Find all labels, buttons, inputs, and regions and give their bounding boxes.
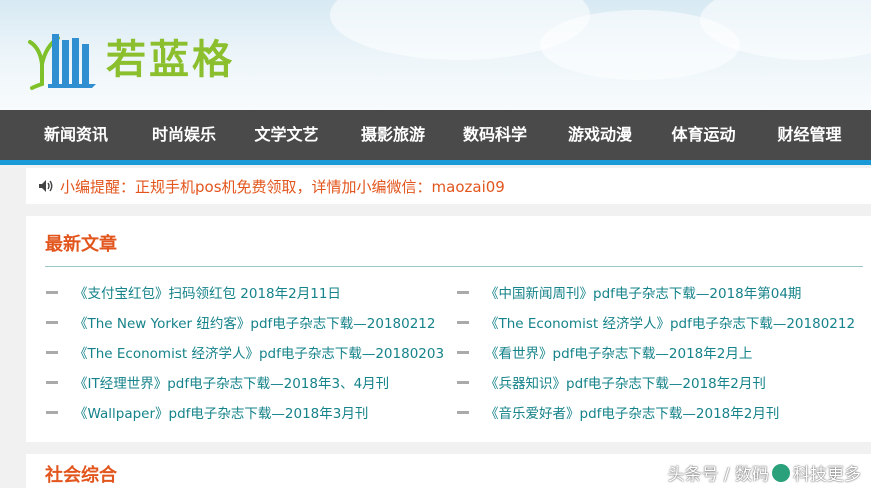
article-link[interactable]: 《音乐爱好者》pdf电子杂志下载—2018年2月刊 (485, 402, 779, 422)
latest-articles-title: 最新文章 (45, 234, 117, 255)
bullet-dash-icon (46, 380, 58, 384)
article-item[interactable]: 《看世界》pdf电子杂志下载—2018年2月上 (457, 342, 752, 362)
watermark-suffix: 科技更多 (793, 465, 861, 485)
bullet-dash-icon (457, 350, 469, 354)
article-link[interactable]: 《兵器知识》pdf电子杂志下载—2018年2月刊 (485, 372, 766, 392)
nav-item-photography[interactable]: 摄影旅游 (360, 110, 426, 160)
nav-item-literature[interactable]: 文学文艺 (213, 110, 360, 160)
article-link[interactable]: 《中国新闻周刊》pdf电子杂志下载—2018年第04期 (485, 282, 801, 302)
main-nav: 新闻资讯 时尚娱乐 文学文艺 摄影旅游 数码科学 游戏动漫 体育运动 财经管理 (0, 110, 871, 160)
watermark: 头条号 / 数码 科技更多 (667, 460, 861, 485)
bullet-dash-icon (457, 320, 469, 324)
article-item[interactable]: 《The Economist 经济学人》pdf电子杂志下载—20180212 (457, 312, 855, 332)
notice-bar: 小编提醒：正规手机pos机免费领取，详情加小编微信：maozai09 (26, 168, 871, 204)
latest-articles-panel: 最新文章 《支付宝红包》扫码领红包 2018年2月11日 《中国新闻周刊》pdf… (26, 216, 871, 442)
bullet-dash-icon (457, 290, 469, 294)
article-link[interactable]: 《The Economist 经济学人》pdf电子杂志下载—20180203 (74, 342, 444, 362)
article-link[interactable]: 《The New Yorker 纽约客》pdf电子杂志下载—20180212 (74, 312, 436, 332)
nav-item-games[interactable]: 游戏动漫 (564, 110, 636, 160)
bullet-dash-icon (457, 380, 469, 384)
notice-text: 小编提醒：正规手机pos机免费领取，详情加小编微信：maozai09 (60, 177, 505, 196)
nav-accent-bar (0, 160, 871, 165)
article-link[interactable]: 《看世界》pdf电子杂志下载—2018年2月上 (485, 342, 752, 362)
article-item[interactable]: 《The Economist 经济学人》pdf电子杂志下载—20180203 (46, 342, 444, 362)
nav-item-news[interactable]: 新闻资讯 (0, 110, 152, 160)
divider (45, 266, 863, 267)
article-item[interactable]: 《兵器知识》pdf电子杂志下载—2018年2月刊 (457, 372, 766, 392)
nav-item-fashion[interactable]: 时尚娱乐 (152, 110, 216, 160)
article-item[interactable]: 《Wallpaper》pdf电子杂志下载—2018年3月刊 (46, 402, 368, 422)
article-item[interactable]: 《音乐爱好者》pdf电子杂志下载—2018年2月刊 (457, 402, 779, 422)
bullet-dash-icon (46, 350, 58, 354)
nav-item-finance[interactable]: 财经管理 (771, 110, 848, 160)
bullet-dash-icon (457, 410, 469, 414)
social-section-title: 社会综合 (45, 465, 117, 486)
article-item[interactable]: 《The New Yorker 纽约客》pdf电子杂志下载—20180212 (46, 312, 436, 332)
bullet-dash-icon (46, 320, 58, 324)
article-item[interactable]: 《IT经理世界》pdf电子杂志下载—2018年3、4月刊 (46, 372, 389, 392)
logo-books-icon (28, 34, 96, 90)
article-link[interactable]: 《支付宝红包》扫码领红包 2018年2月11日 (74, 282, 341, 302)
watermark-prefix: 头条号 / 数码 (667, 465, 769, 485)
article-link[interactable]: 《Wallpaper》pdf电子杂志下载—2018年3月刊 (74, 402, 368, 422)
article-link[interactable]: 《IT经理世界》pdf电子杂志下载—2018年3、4月刊 (74, 372, 389, 392)
bullet-dash-icon (46, 410, 58, 414)
nav-item-digital[interactable]: 数码科学 (426, 110, 564, 160)
article-link[interactable]: 《The Economist 经济学人》pdf电子杂志下载—20180212 (485, 312, 855, 332)
article-item[interactable]: 《支付宝红包》扫码领红包 2018年2月11日 (46, 282, 341, 302)
logo-text: 若蓝格 (106, 36, 235, 83)
site-logo[interactable]: 若蓝格 (26, 28, 235, 92)
article-item[interactable]: 《中国新闻周刊》pdf电子杂志下载—2018年第04期 (457, 282, 801, 302)
bullet-dash-icon (46, 290, 58, 294)
speaker-icon (39, 180, 53, 192)
nav-item-sports[interactable]: 体育运动 (636, 110, 771, 160)
watermark-logo-icon (772, 463, 790, 482)
site-header: 若蓝格 (0, 0, 871, 110)
